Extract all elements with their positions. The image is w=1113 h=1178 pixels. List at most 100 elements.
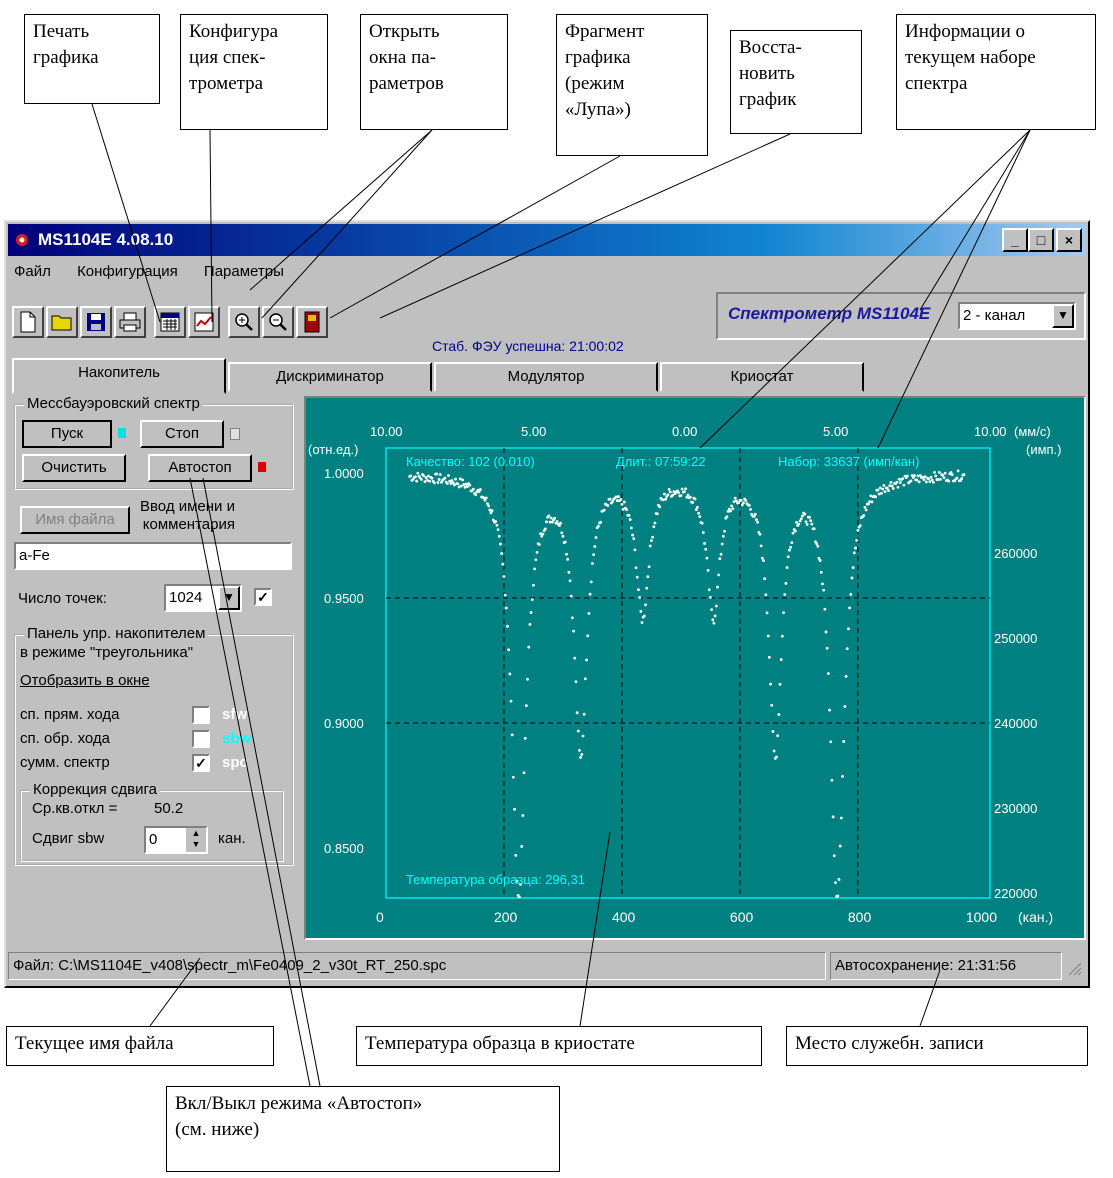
data-point (851, 566, 855, 569)
data-point (902, 483, 906, 487)
window-title: MS1104E 4.08.10 (38, 230, 174, 249)
spinner-arrows-icon[interactable]: ▲ ▼ (186, 828, 206, 852)
data-point (769, 682, 772, 686)
data-point (545, 520, 548, 524)
data-point (478, 488, 482, 491)
autostop-button[interactable]: Автостоп (148, 454, 252, 482)
maximize-button[interactable]: □ (1028, 228, 1054, 252)
print-button[interactable] (114, 306, 146, 338)
callout-fragment: Фрагмент графика (режим «Лупа») (556, 14, 708, 156)
data-point (568, 579, 572, 583)
data-point (574, 680, 578, 684)
data-point (880, 491, 883, 495)
calculator-icon (160, 312, 180, 332)
parameters-button[interactable] (188, 306, 220, 338)
data-point (783, 593, 787, 596)
accumulator-control-group: Панель упр. накопителем в режиме "треуго… (14, 625, 294, 866)
spectrum-group-title: Мессбауэровский спектр (24, 395, 203, 412)
save-button[interactable] (80, 306, 112, 338)
data-point (762, 559, 765, 563)
data-point (474, 493, 478, 497)
top-tick-label: 10.00 (974, 424, 1007, 439)
data-point (424, 476, 428, 479)
data-point (686, 493, 690, 497)
right-unit-label: (имп.) (1026, 442, 1062, 457)
menu-configuration[interactable]: Конфигурация (73, 258, 182, 285)
callout-temperature: Температура образца в криостате (356, 1026, 762, 1066)
spectrum-plot[interactable]: 1.0000 0.9500 0.9000 0.8500 10.00 5.00 0.00 5.0… (304, 396, 1086, 940)
data-point (599, 520, 603, 524)
data-point (850, 576, 854, 580)
bottom-tick-label: 200 (494, 909, 518, 925)
data-point (549, 516, 553, 520)
minimize-button[interactable]: _ (1002, 228, 1028, 252)
data-point (566, 557, 570, 561)
data-point (805, 522, 809, 526)
data-point (460, 484, 463, 488)
data-point (461, 478, 465, 482)
data-point (570, 616, 574, 620)
callout-service: Место служебн. записи (786, 1026, 1088, 1066)
current-filename: Файл: C:\MS1104E_v408\spectr_m\Fe0409_2_… (8, 952, 826, 980)
data-point (716, 585, 719, 589)
data-point (739, 498, 743, 502)
left-tick-label: 0.9000 (324, 716, 364, 731)
chevron-down-icon[interactable]: ▼ (218, 586, 240, 610)
data-point (543, 527, 547, 531)
close-button[interactable]: × (1056, 228, 1082, 252)
data-point (763, 577, 767, 581)
book-icon (304, 311, 320, 333)
tab-discriminator[interactable]: Дискриминатор (228, 362, 432, 392)
points-select[interactable]: 1024 ▼ (164, 584, 242, 612)
channel-select[interactable]: 2 - канал ▼ (958, 302, 1076, 330)
data-point (583, 677, 587, 681)
data-point (663, 492, 666, 496)
data-point (780, 634, 784, 638)
data-point (809, 519, 813, 523)
chevron-down-icon[interactable]: ▼ (1052, 304, 1074, 328)
data-point (513, 807, 516, 811)
points-checkbox[interactable]: ✓ (254, 588, 272, 606)
data-point (799, 517, 803, 521)
shift-spinner[interactable]: 0 ▲ ▼ (144, 826, 208, 854)
filename-button[interactable]: Имя файла (20, 506, 130, 534)
data-point (427, 474, 430, 478)
data-point (419, 477, 423, 481)
menu-parameters[interactable]: Параметры (200, 258, 288, 285)
right-tick-label: 220000 (994, 886, 1037, 901)
data-point (666, 493, 670, 497)
data-point (729, 509, 732, 513)
tab-modulator[interactable]: Модулятор (434, 362, 658, 392)
data-point (760, 556, 764, 560)
backward-spectrum-checkbox[interactable] (192, 730, 210, 748)
data-point (824, 630, 828, 634)
zoom-restore-button[interactable] (262, 306, 294, 338)
open-file-button[interactable] (46, 306, 78, 338)
clear-button[interactable]: Очистить (22, 454, 126, 482)
data-point (622, 500, 626, 504)
new-file-button[interactable] (12, 306, 44, 338)
data-point (677, 491, 680, 495)
data-point (579, 755, 583, 759)
spectrum-chart[interactable]: 1.0000 0.9500 0.9000 0.8500 10.00 5.00 0.00 5.0… (306, 398, 1084, 938)
data-point (578, 748, 581, 752)
data-point (501, 562, 505, 566)
menu-file[interactable]: Файл (10, 258, 55, 285)
data-point (731, 507, 735, 511)
stop-button[interactable]: Стоп (140, 420, 224, 448)
sum-spectrum-checkbox[interactable]: ✓ (192, 754, 210, 772)
zoom-in-button[interactable] (228, 306, 260, 338)
tab-accumulator[interactable]: Накопитель (12, 358, 226, 394)
data-point (924, 480, 928, 484)
data-point (947, 479, 951, 483)
callout-print: Печать графика (24, 14, 160, 104)
configuration-button[interactable] (154, 306, 186, 338)
chart-params-icon (194, 312, 214, 332)
start-button[interactable]: Пуск (22, 420, 112, 448)
spectrum-info-button[interactable] (296, 306, 328, 338)
file-comment-input[interactable]: a-Fe (14, 542, 292, 570)
forward-spectrum-checkbox[interactable] (192, 706, 210, 724)
resize-grip-icon[interactable] (1066, 960, 1082, 976)
tab-cryostat[interactable]: Криостат (660, 362, 864, 392)
data-point (430, 476, 434, 480)
